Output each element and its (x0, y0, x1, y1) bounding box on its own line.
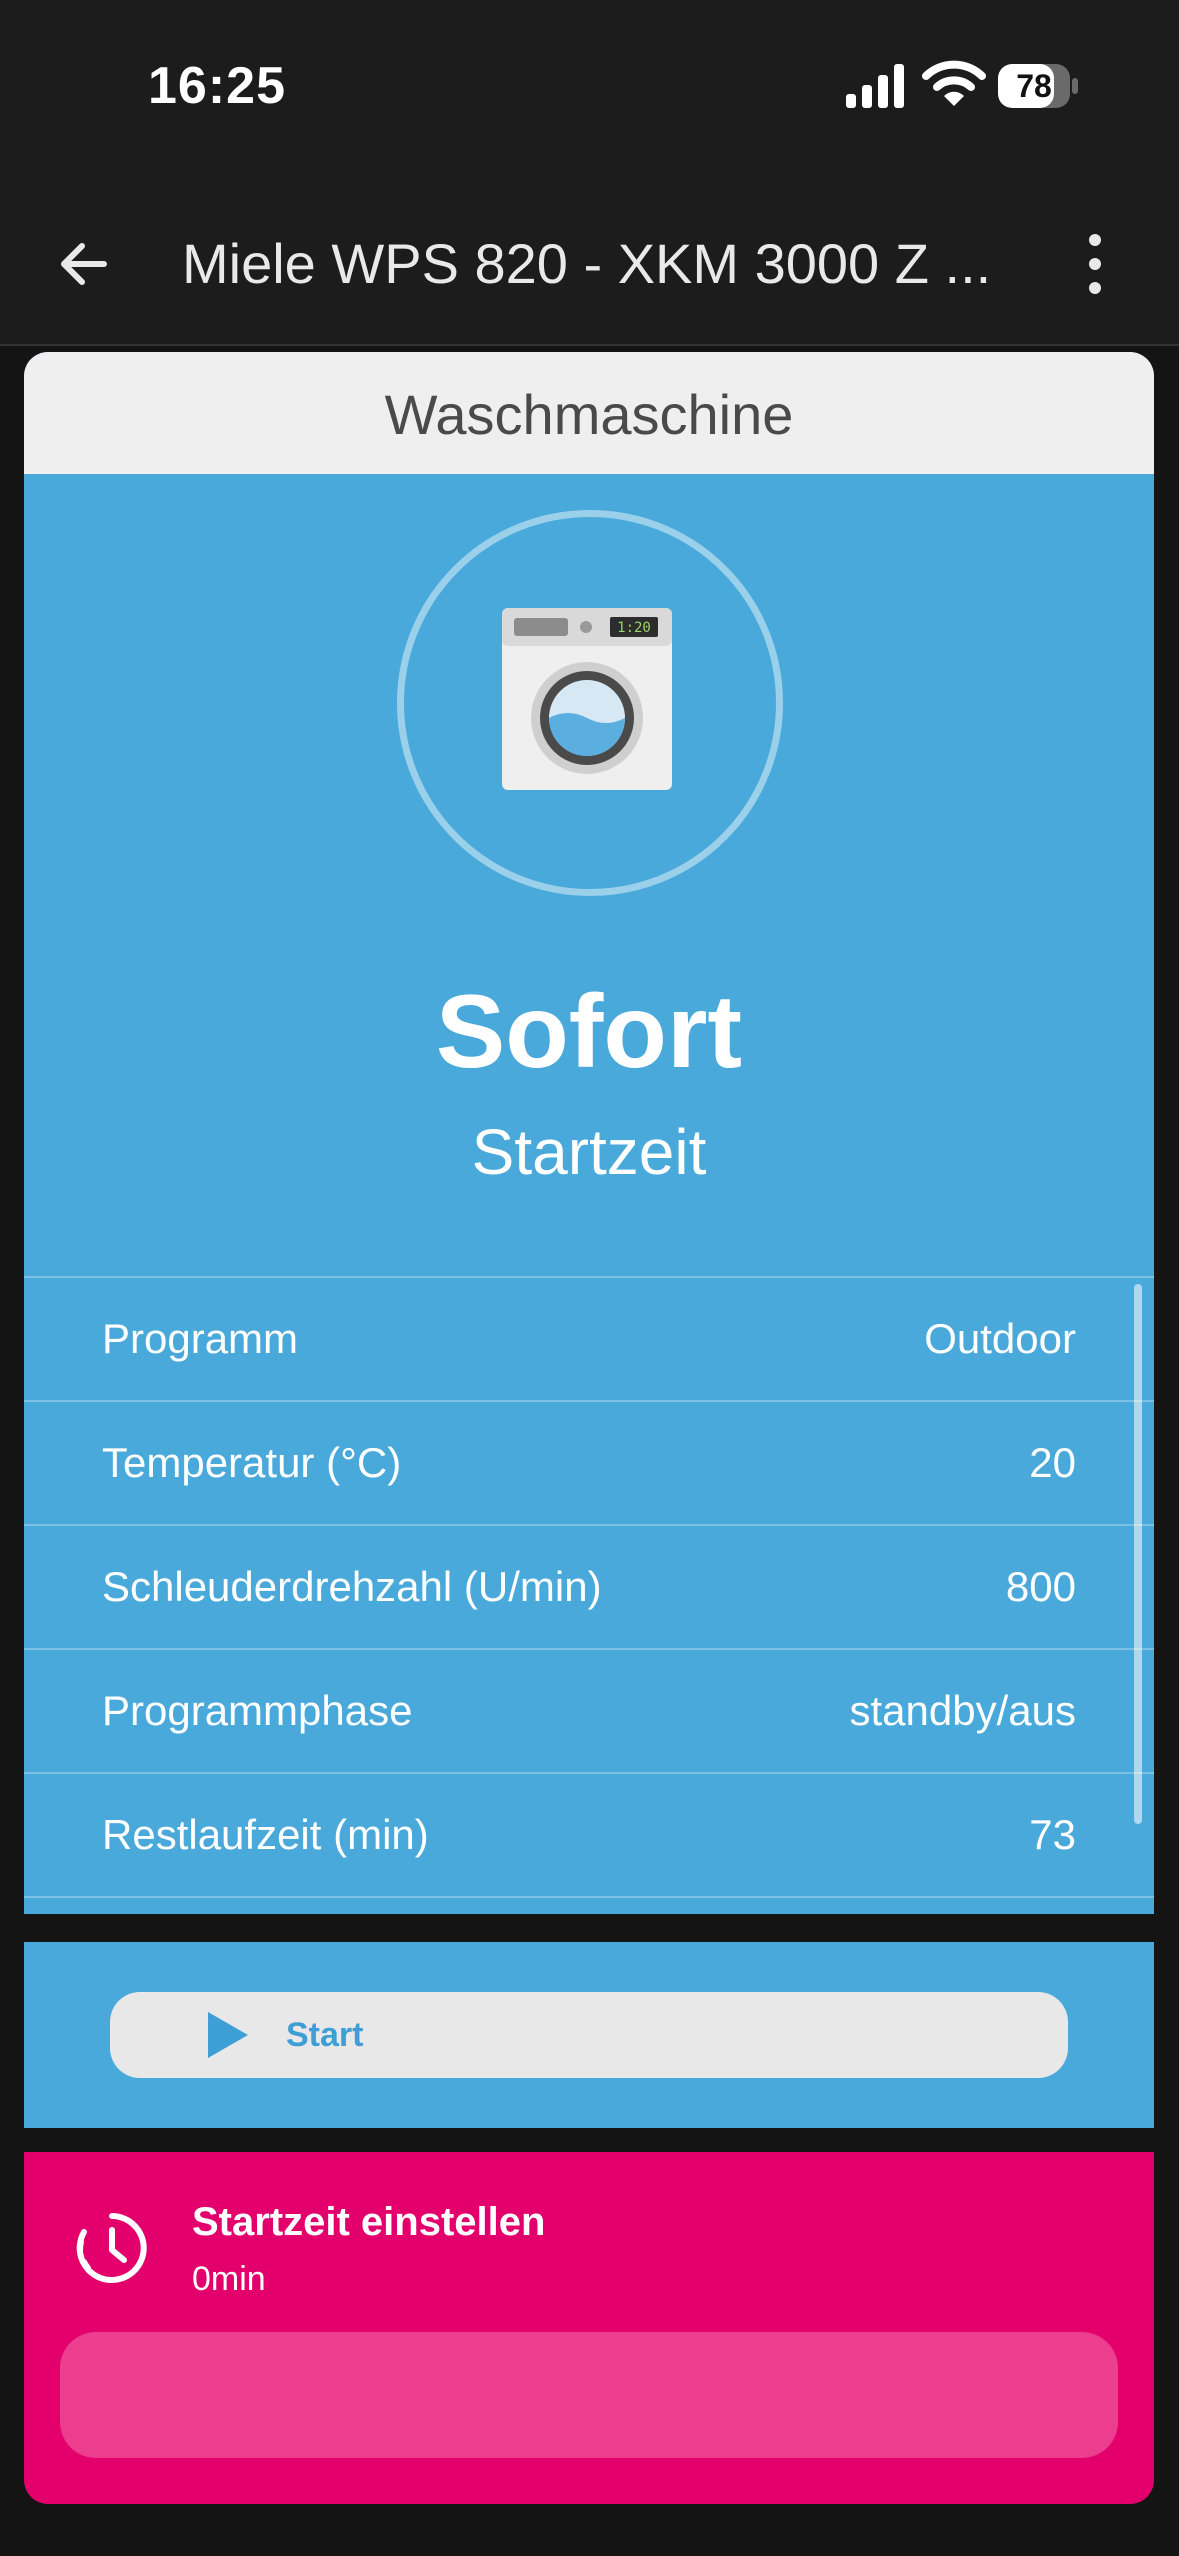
row-key: Restlaufzeit (min) (102, 1811, 429, 1858)
start-time-input[interactable] (60, 2332, 1118, 2458)
start-button[interactable]: Start (110, 1992, 1068, 2078)
row-key: Programm (102, 1315, 299, 1362)
row-value: 800 (1005, 1563, 1076, 1610)
battery-icon: 78 (998, 64, 1078, 108)
row-value: 73 (1029, 1811, 1076, 1858)
device-details-table: Programm Outdoor Temperatur (°C) 20 Schl… (24, 1276, 1154, 1914)
row-value: Outdoor (924, 1315, 1076, 1362)
card-title: Waschmaschine (24, 352, 1154, 474)
row-key: Temperatur (°C) (102, 1439, 402, 1486)
clock-icon (76, 2213, 147, 2283)
scrollbar[interactable] (1134, 1284, 1142, 1824)
device-card: Waschmaschine 1:20 Sofort Startzeit Prog… (24, 352, 1154, 1914)
start-time-value: Sofort (435, 974, 743, 1090)
table-row: Programmphase standby/aus (24, 1648, 1154, 1772)
wifi-icon (922, 60, 986, 106)
washing-machine-icon: 1:20 (502, 608, 672, 790)
start-time-title: Startzeit einstellen (192, 2200, 546, 2244)
app-bar: Miele WPS 820 - XKM 3000 Z ... (0, 180, 1179, 346)
table-row-divider (24, 1896, 1154, 1914)
status-time: 16:25 (148, 57, 286, 115)
start-time-label: Startzeit (471, 1116, 707, 1188)
row-value: 20 (1029, 1439, 1076, 1486)
washer-display: 1:20 (617, 620, 651, 636)
row-key: Schleuderdrehzahl (U/min) (102, 1563, 602, 1610)
start-time-panel: Startzeit einstellen 0min (24, 2152, 1154, 2504)
row-value: standby/aus (849, 1687, 1077, 1734)
start-panel: Start (24, 1942, 1154, 2128)
table-row: Restlaufzeit (min) 73 (24, 1772, 1154, 1896)
battery-level: 78 (1016, 68, 1052, 104)
arrow-left-icon[interactable] (48, 228, 120, 300)
table-row: Programm Outdoor (24, 1276, 1154, 1400)
start-button-label: Start (286, 2016, 364, 2054)
play-icon (208, 2012, 248, 2058)
table-row: Temperatur (°C) 20 (24, 1400, 1154, 1524)
row-key: Programmphase (102, 1687, 413, 1734)
table-row: Schleuderdrehzahl (U/min) 800 (24, 1524, 1154, 1648)
status-bar: 16:25 78 (0, 0, 1179, 180)
cellular-signal-icon (846, 64, 904, 108)
start-time-current: 0min (192, 2260, 266, 2298)
page-title: Miele WPS 820 - XKM 3000 Z ... (182, 232, 992, 295)
more-vertical-icon[interactable] (1070, 232, 1120, 296)
